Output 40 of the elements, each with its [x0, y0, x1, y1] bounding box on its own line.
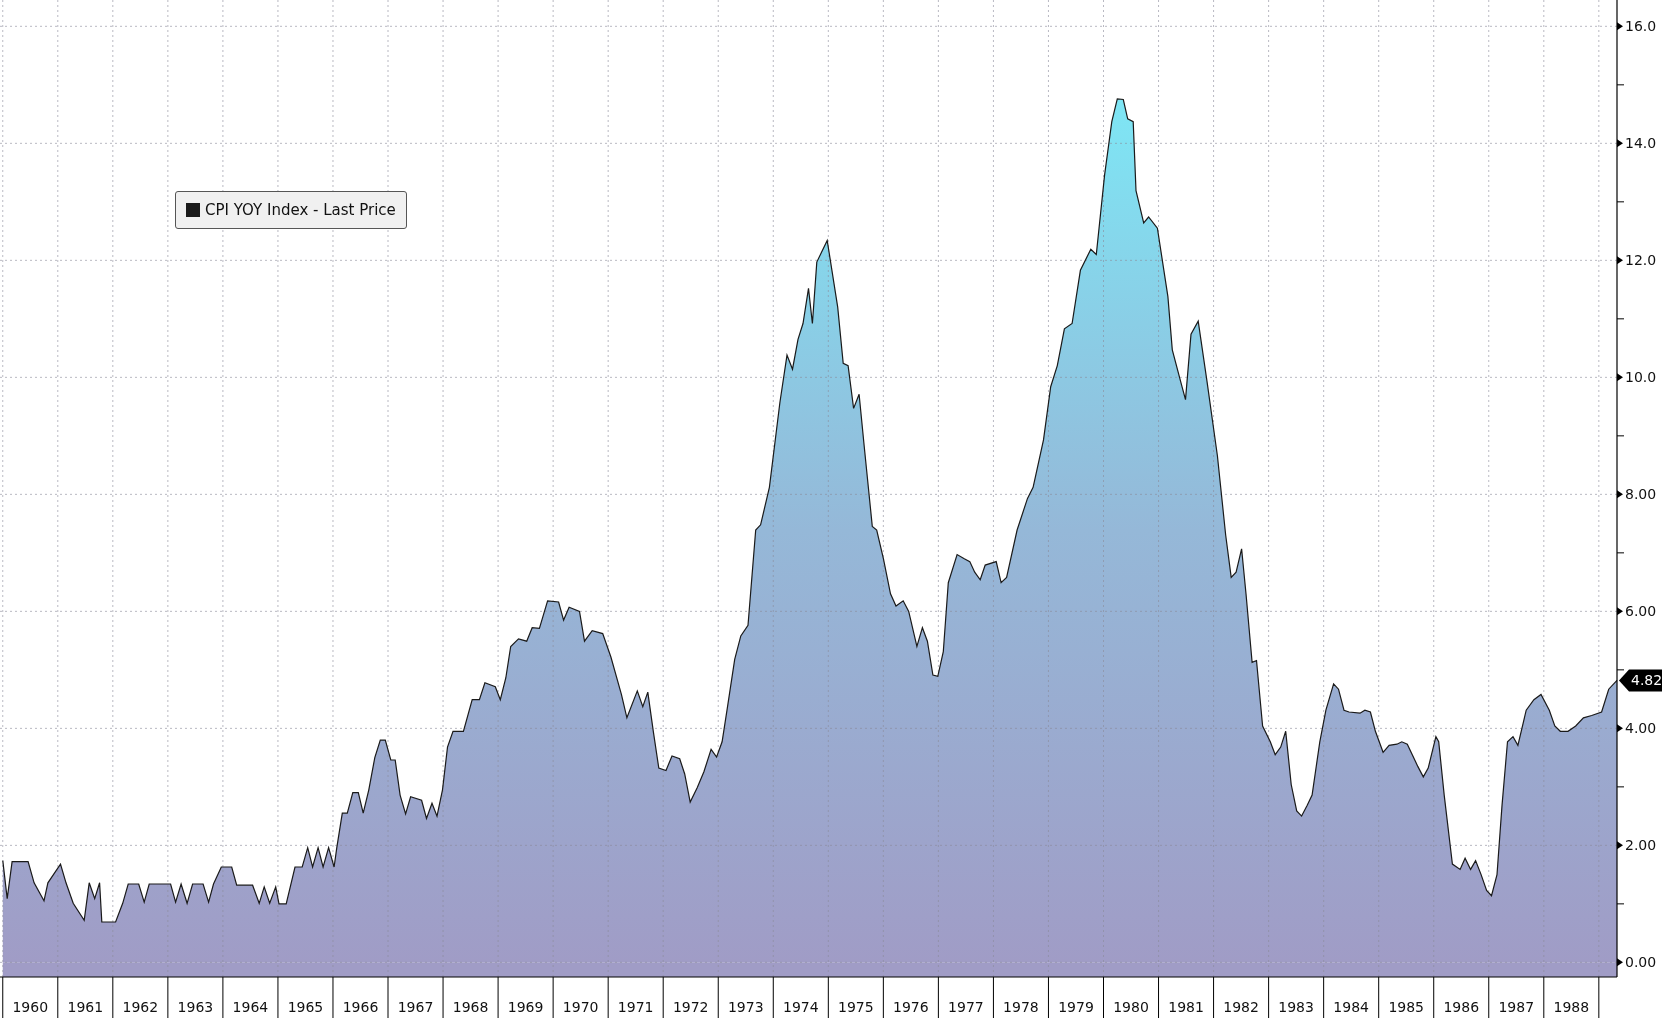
- axis-label: 1977: [948, 999, 984, 1015]
- axis-label: 1979: [1058, 999, 1094, 1015]
- axis-label: 1988: [1553, 999, 1590, 1015]
- axis-label: 1972: [672, 999, 709, 1015]
- axis-label: 1963: [177, 999, 214, 1015]
- axis-label: 1973: [727, 999, 764, 1015]
- axis-label: 1968: [452, 999, 489, 1015]
- axis-label: 1980: [1113, 999, 1149, 1015]
- axis-label: 1985: [1388, 999, 1425, 1015]
- axis-label: 1969: [507, 999, 544, 1015]
- axis-label: 1981: [1168, 999, 1204, 1015]
- axis-label: 1960: [12, 999, 49, 1015]
- axis-label: 1964: [232, 999, 269, 1015]
- axis-label: 1962: [122, 999, 159, 1015]
- axis-label: 1987: [1498, 999, 1535, 1015]
- axis-label: 1982: [1223, 999, 1259, 1015]
- axis-label: 1976: [893, 999, 929, 1015]
- axis-label: 10.0: [1625, 369, 1657, 386]
- axis-label: 1966: [342, 999, 379, 1015]
- axis-label: 1970: [562, 999, 599, 1015]
- axis-label: 1975: [838, 999, 874, 1015]
- axis-label: 0.00: [1625, 954, 1657, 971]
- axis-label: 6.00: [1625, 603, 1657, 620]
- axis-label: 1984: [1333, 999, 1369, 1015]
- axis-label: 1971: [617, 999, 654, 1015]
- axis-label: 1967: [397, 999, 434, 1015]
- axis-label: 1961: [67, 999, 104, 1015]
- axis-label: 4.00: [1625, 720, 1657, 737]
- axis-label: 2.00: [1625, 837, 1657, 854]
- axis-label: 12.0: [1625, 252, 1657, 269]
- axis-label: 8.00: [1625, 486, 1657, 503]
- axis-label: 1978: [1003, 999, 1039, 1015]
- last-price-tag: 4.82: [1619, 669, 1662, 692]
- axis-label: 1974: [782, 999, 819, 1015]
- axis-label: 16.0: [1625, 18, 1657, 35]
- axis-label: 14.0: [1625, 135, 1657, 152]
- axis-label: 1965: [287, 999, 324, 1015]
- legend-label: CPI YOY Index - Last Price: [205, 199, 396, 221]
- axis-label: 1986: [1443, 999, 1480, 1015]
- axis-label: 1983: [1278, 999, 1314, 1015]
